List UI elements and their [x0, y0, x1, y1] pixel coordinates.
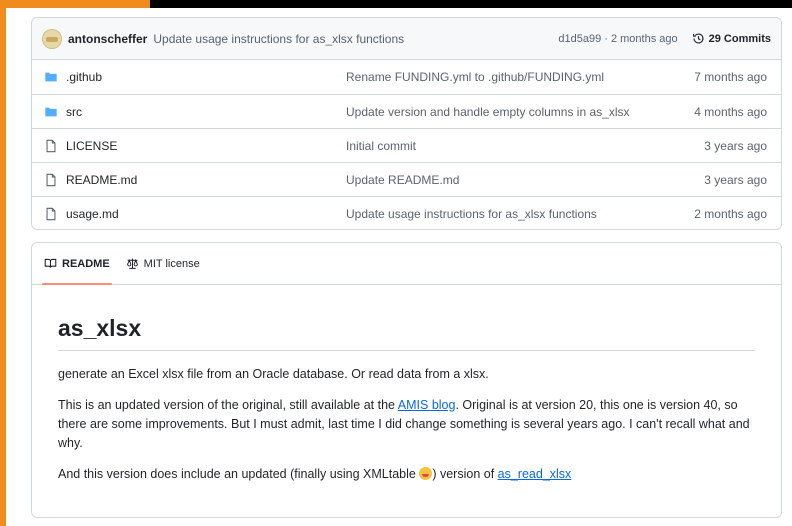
- book-icon: [44, 258, 57, 268]
- commit-meta[interactable]: d1d5a99 · 2 months ago: [558, 33, 677, 45]
- readme-body: as_xlsx generate an Excel xlsx file from…: [32, 285, 781, 484]
- p3-text-before: And this version does include an updated…: [58, 467, 420, 481]
- commits-count: 29 Commits: [708, 32, 771, 45]
- file-name[interactable]: LICENSE: [66, 139, 346, 153]
- file-age: 3 years ago: [704, 138, 767, 153]
- file-row[interactable]: usage.md Update usage instructions for as…: [32, 196, 781, 229]
- file-row[interactable]: LICENSE Initial commit 3 years ago: [32, 128, 781, 162]
- readme-paragraph-1: generate an Excel xlsx file from an Orac…: [58, 367, 489, 381]
- avatar[interactable]: [42, 28, 62, 49]
- latest-commit-bar: antonscheffer Update usage instructions …: [32, 18, 781, 60]
- readme-panel: README MIT license as_xlsx generate an E…: [31, 242, 782, 518]
- commits-button[interactable]: 29 Commits: [692, 32, 771, 45]
- file-name[interactable]: src: [66, 105, 346, 119]
- readme-paragraph-3: And this version does include an updated…: [58, 465, 755, 484]
- file-name[interactable]: usage.md: [66, 207, 346, 221]
- file-commit-message[interactable]: Update usage instructions for as_xlsx fu…: [346, 207, 694, 221]
- file-icon: [44, 172, 60, 188]
- file-name[interactable]: .github: [66, 70, 346, 84]
- file-commit-message[interactable]: Initial commit: [346, 139, 704, 153]
- commit-message[interactable]: Update usage instructions for as_xlsx fu…: [153, 32, 558, 46]
- readme-paragraph-2: This is an updated version of the origin…: [58, 396, 755, 453]
- file-name[interactable]: README.md: [66, 173, 346, 187]
- scale-icon: [126, 258, 138, 269]
- file-browser: antonscheffer Update usage instructions …: [31, 17, 782, 230]
- as-read-xlsx-link[interactable]: as_read_xlsx: [498, 467, 572, 481]
- file-commit-message[interactable]: Update README.md: [346, 173, 704, 187]
- p3-text-middle: ) version of: [432, 467, 498, 481]
- commit-author[interactable]: antonscheffer: [68, 32, 147, 46]
- winking-tongue-emoji-icon: [419, 467, 433, 480]
- tab-license[interactable]: MIT license: [126, 243, 200, 284]
- folder-icon: [44, 69, 60, 85]
- file-icon: [44, 138, 60, 154]
- file-commit-message[interactable]: Update version and handle empty columns …: [346, 105, 694, 119]
- orange-accent-top: [0, 0, 150, 8]
- file-age: 2 months ago: [694, 206, 767, 221]
- file-row[interactable]: .github Rename FUNDING.yml to .github/FUN…: [32, 60, 781, 94]
- file-commit-message[interactable]: Rename FUNDING.yml to .github/FUNDING.ym…: [346, 70, 694, 84]
- amis-blog-link[interactable]: AMIS blog: [398, 398, 456, 412]
- tab-license-label: MIT license: [143, 257, 200, 270]
- p2-text-before: This is an updated version of the origin…: [58, 398, 398, 412]
- history-icon: [692, 33, 704, 44]
- file-age: 3 years ago: [704, 172, 767, 187]
- file-row[interactable]: README.md Update README.md 3 years ago: [32, 162, 781, 196]
- file-icon: [44, 206, 60, 222]
- tab-readme[interactable]: README: [42, 243, 112, 285]
- file-row[interactable]: src Update version and handle empty colum…: [32, 94, 781, 128]
- readme-tabs: README MIT license: [32, 243, 781, 285]
- readme-title: as_xlsx: [58, 315, 755, 351]
- file-age: 7 months ago: [694, 70, 767, 84]
- folder-icon: [44, 104, 60, 120]
- file-age: 4 months ago: [694, 104, 767, 119]
- tab-readme-label: README: [62, 257, 110, 270]
